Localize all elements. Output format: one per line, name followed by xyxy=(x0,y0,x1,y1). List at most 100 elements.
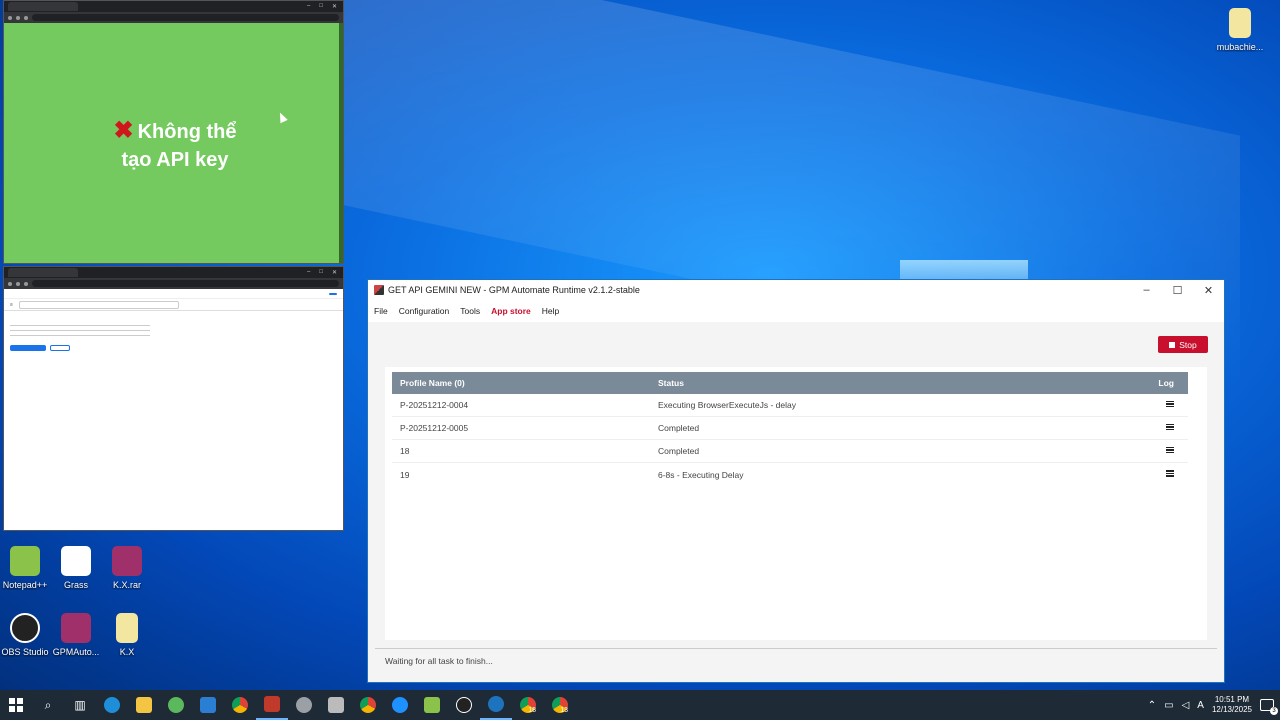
taskbar: ⌕ ▥ 18 13 ⌃ ▭ ◁ A 10:51 PM 12/13/2025 3 xyxy=(0,690,1280,720)
log-menu-icon[interactable] xyxy=(1166,422,1174,431)
forward-icon[interactable] xyxy=(16,15,20,20)
browser-tab[interactable] xyxy=(8,2,78,11)
maximize-icon[interactable]: ☐ xyxy=(1162,284,1193,297)
profile-cell: 18 xyxy=(400,446,410,456)
tab-bar: – □ ✕ xyxy=(4,267,343,278)
minimize-icon[interactable]: – xyxy=(1131,284,1162,297)
table-row[interactable]: 18 Completed xyxy=(392,440,1188,463)
reload-icon[interactable] xyxy=(24,281,28,286)
grass-icon xyxy=(61,546,91,576)
chrome-badge-18-icon[interactable]: 18 xyxy=(512,690,544,720)
obs-icon xyxy=(10,613,40,643)
search-input[interactable] xyxy=(18,300,179,309)
header-status[interactable]: Status xyxy=(658,378,1124,388)
start-free-button[interactable] xyxy=(329,292,337,295)
close-icon[interactable]: ✕ xyxy=(332,3,337,10)
url-input[interactable] xyxy=(32,280,339,287)
menu-file[interactable]: File xyxy=(374,306,388,316)
chevron-up-icon[interactable]: ⌃ xyxy=(1148,700,1156,711)
clock[interactable]: 10:51 PM 12/13/2025 xyxy=(1212,695,1252,715)
stop-icon xyxy=(1169,341,1176,348)
search-icon[interactable]: ⌕ xyxy=(32,690,64,720)
cloud-topbar: ≡ xyxy=(4,299,343,311)
forward-icon[interactable] xyxy=(16,281,20,286)
app-green-icon[interactable] xyxy=(160,690,192,720)
maximize-icon[interactable]: □ xyxy=(319,269,323,276)
profile-cell: P-20251212-0005 xyxy=(400,423,469,433)
status-cell: Completed xyxy=(658,446,700,456)
window-controls: – □ ✕ xyxy=(307,269,343,276)
window-controls: – ☐ ✕ xyxy=(1131,284,1224,297)
table-row[interactable]: P-20251212-0005 Completed xyxy=(392,417,1188,440)
table-row[interactable]: 19 6-8s - Executing Delay xyxy=(392,463,1188,486)
main-content: Stop Profile Name (0) Status Log P-20251… xyxy=(368,322,1224,652)
request-increase-button[interactable] xyxy=(10,345,46,351)
network-icon[interactable]: ▭ xyxy=(1164,700,1173,711)
winrar-icon xyxy=(112,546,142,576)
gpm-automate-window[interactable]: GET API GEMINI NEW - GPM Automate Runtim… xyxy=(367,279,1225,683)
stop-button[interactable]: Stop xyxy=(1158,336,1208,353)
menu-app-store[interactable]: App store xyxy=(491,306,531,316)
app-active-icon[interactable] xyxy=(480,690,512,720)
start-button[interactable] xyxy=(0,690,32,720)
profile-table: Profile Name (0) Status Log P-20251212-0… xyxy=(385,367,1207,640)
cross-icon: ✖ xyxy=(113,117,134,144)
chrome-profile-icon[interactable] xyxy=(352,690,384,720)
menu-tools[interactable]: Tools xyxy=(460,306,480,316)
vscode-icon[interactable] xyxy=(192,690,224,720)
reload-icon[interactable] xyxy=(24,15,28,20)
menu-bar: File Configuration Tools App store Help xyxy=(368,300,1224,322)
table-row[interactable]: P-20251212-0004 Executing BrowserExecute… xyxy=(392,394,1188,417)
window-title: GET API GEMINI NEW - GPM Automate Runtim… xyxy=(388,285,640,295)
maximize-icon[interactable]: □ xyxy=(319,3,323,10)
address-bar xyxy=(4,12,343,23)
profile-cell: P-20251212-0004 xyxy=(400,400,469,410)
edge-icon[interactable] xyxy=(96,690,128,720)
browser-window-2[interactable]: – □ ✕ ≡ xyxy=(3,266,344,531)
scrollbar[interactable] xyxy=(339,23,343,263)
task-view-icon[interactable]: ▥ xyxy=(64,690,96,720)
chrome-icon[interactable] xyxy=(224,690,256,720)
log-menu-icon[interactable] xyxy=(1166,399,1174,408)
close-icon[interactable]: ✕ xyxy=(332,269,337,276)
header-log[interactable]: Log xyxy=(1124,378,1188,388)
log-menu-icon[interactable] xyxy=(1166,445,1174,454)
desktop-icon-kx[interactable]: K.X xyxy=(97,613,157,657)
body-text xyxy=(10,325,150,339)
status-cell: 6-8s - Executing Delay xyxy=(658,469,744,480)
status-bar: Waiting for all task to finish... xyxy=(375,648,1217,672)
app-gray-icon[interactable] xyxy=(288,690,320,720)
chrome-badge-13-icon[interactable]: 13 xyxy=(544,690,576,720)
file-explorer-icon[interactable] xyxy=(128,690,160,720)
back-icon[interactable] xyxy=(8,281,12,286)
obs-icon[interactable] xyxy=(448,690,480,720)
notepadpp-icon xyxy=(10,546,40,576)
back-icon[interactable] xyxy=(8,15,12,20)
app-blue-icon[interactable] xyxy=(384,690,416,720)
log-menu-icon[interactable] xyxy=(1166,469,1174,478)
browser-tab[interactable] xyxy=(8,268,78,277)
notification-icon[interactable]: 3 xyxy=(1260,699,1278,715)
desktop-icon-mubachie[interactable]: mubachie... xyxy=(1210,8,1270,52)
minimize-icon[interactable]: – xyxy=(307,3,310,10)
menu-help[interactable]: Help xyxy=(542,306,559,316)
notepadpp-icon[interactable] xyxy=(416,690,448,720)
menu-configuration[interactable]: Configuration xyxy=(399,306,450,316)
desktop-icon-kx-rar[interactable]: K.X.rar xyxy=(97,546,157,590)
minimize-icon[interactable]: – xyxy=(307,269,310,276)
menu-icon[interactable]: ≡ xyxy=(10,302,13,308)
log-cell xyxy=(1124,445,1188,456)
gpm-login-icon[interactable] xyxy=(256,690,288,720)
printer-icon[interactable] xyxy=(320,690,352,720)
system-tray: ⌃ ▭ ◁ A 10:51 PM 12/13/2025 3 xyxy=(1148,695,1280,715)
title-bar: GET API GEMINI NEW - GPM Automate Runtim… xyxy=(368,280,1224,300)
table-header: Profile Name (0) Status Log xyxy=(392,372,1188,394)
action-buttons xyxy=(10,345,337,351)
input-language-icon[interactable]: A xyxy=(1197,700,1204,711)
cancel-button[interactable] xyxy=(50,345,70,351)
close-icon[interactable]: ✕ xyxy=(1193,284,1224,297)
volume-icon[interactable]: ◁ xyxy=(1182,700,1190,711)
url-input[interactable] xyxy=(32,14,339,21)
header-profile[interactable]: Profile Name (0) xyxy=(392,378,658,388)
folder-icon xyxy=(116,613,138,643)
